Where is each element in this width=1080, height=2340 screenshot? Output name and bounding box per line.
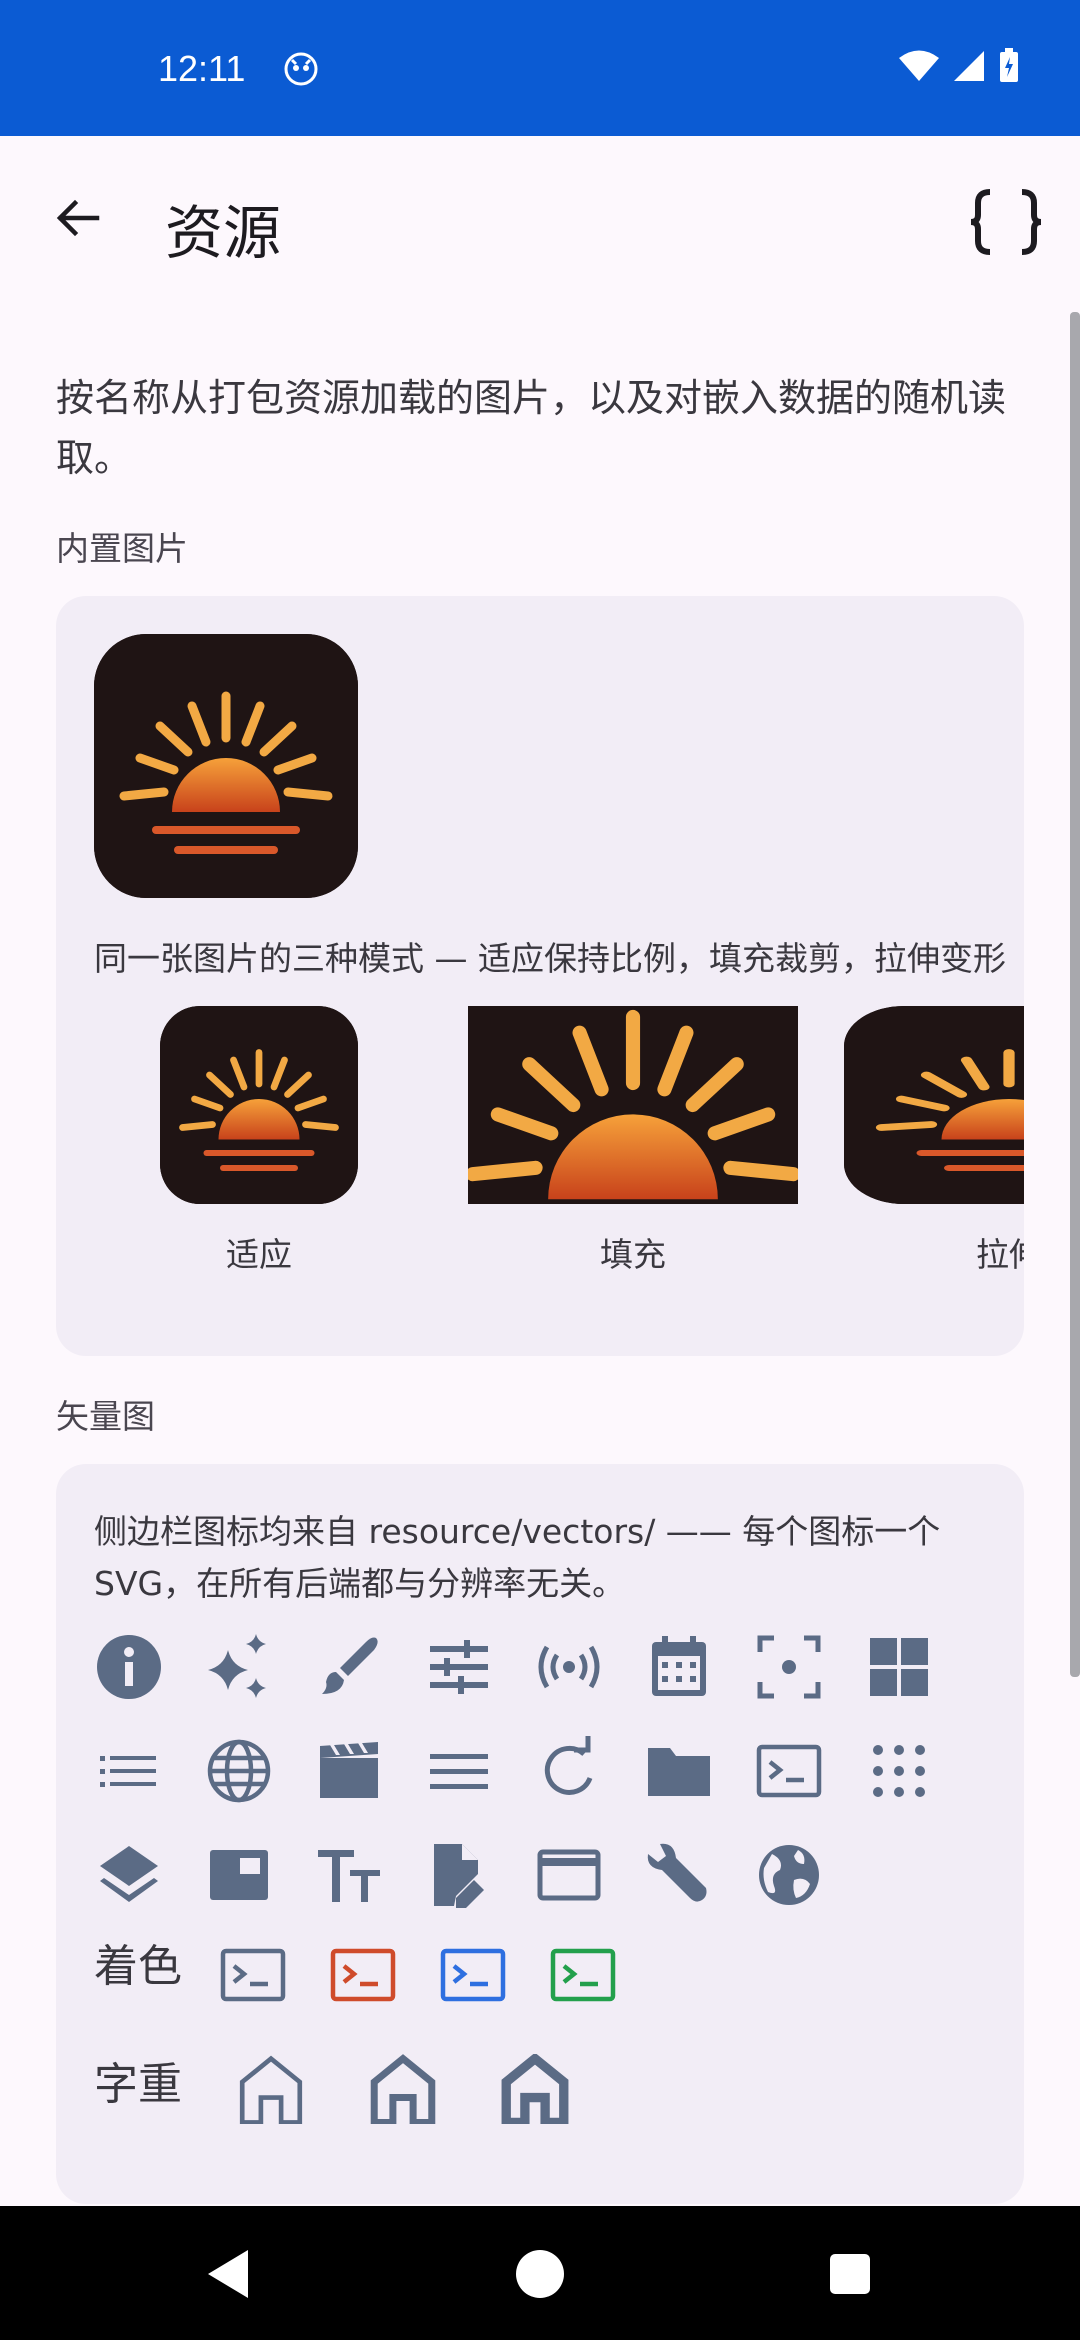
fill-image	[468, 1006, 798, 1204]
text-size-icon	[314, 1840, 384, 1910]
wrench-icon	[644, 1840, 714, 1910]
calendar-icon	[644, 1632, 714, 1702]
weight-label: 字重	[94, 2059, 182, 2110]
window-icon	[534, 1840, 604, 1910]
fit-image	[160, 1006, 358, 1204]
modes-caption: 同一张图片的三种模式 — 适应保持比例，填充裁剪，拉伸变形	[94, 939, 1006, 978]
menu-icon	[424, 1736, 494, 1806]
window-tile-icon	[204, 1840, 274, 1910]
signal-icon	[954, 51, 984, 81]
status-bar: 12:11	[0, 0, 1080, 136]
clapperboard-icon	[314, 1736, 384, 1806]
layers-icon	[94, 1840, 164, 1910]
vectors-caption: 侧边栏图标均来自 resource/vectors/ —— 每个图标一个 SVG…	[94, 1512, 941, 1603]
grid-icon	[864, 1632, 934, 1702]
app-notification-icon	[284, 52, 318, 86]
images-section-label: 内置图片	[56, 529, 188, 568]
triangle-back-icon	[208, 2250, 248, 2298]
battery-icon	[1000, 48, 1018, 82]
sparkles-icon	[204, 1632, 274, 1702]
scrollbar[interactable]	[1070, 312, 1080, 1677]
arrow-back-icon	[56, 199, 100, 237]
tune-icon	[424, 1632, 494, 1702]
home-icon	[360, 2044, 446, 2134]
stretch-label: 拉伸	[976, 1235, 1024, 1274]
refresh-icon	[534, 1736, 604, 1806]
braces-icon	[970, 189, 1042, 255]
dots-grid-icon	[864, 1736, 934, 1806]
focus-icon	[754, 1632, 824, 1702]
vectors-card: 侧边栏图标均来自 resource/vectors/ —— 每个图标一个 SVG…	[56, 1464, 1024, 2204]
wifi-icon	[899, 50, 939, 81]
broadcast-icon	[534, 1632, 604, 1702]
stretch-image	[844, 1006, 1024, 1204]
fill-label: 填充	[600, 1235, 666, 1274]
home-icon	[228, 2044, 314, 2134]
circle-home-icon	[516, 2250, 564, 2298]
terminal-icon	[754, 1736, 824, 1806]
brush-icon	[314, 1632, 384, 1702]
terminal-icon	[218, 1940, 288, 2010]
earth-icon	[754, 1840, 824, 1910]
nav-recents-button[interactable]	[820, 2244, 880, 2304]
file-edit-icon	[424, 1840, 494, 1910]
navigation-bar	[0, 2206, 1080, 2340]
view-source-button[interactable]	[964, 180, 1048, 264]
page-title: 资源	[165, 199, 282, 267]
fill-mode: 填充	[468, 1006, 798, 1274]
fit-mode: 适应	[160, 1006, 358, 1274]
vectors-section-label: 矢量图	[56, 1397, 155, 1436]
list-icon	[94, 1736, 164, 1806]
top-app-bar: 资源	[0, 136, 1080, 312]
home-icon	[492, 2044, 578, 2134]
nav-back-button[interactable]	[198, 2244, 258, 2304]
folder-icon	[644, 1736, 714, 1806]
images-card: 同一张图片的三种模式 — 适应保持比例，填充裁剪，拉伸变形 适应 填充 拉伸	[56, 596, 1024, 1356]
terminal-icon	[328, 1940, 398, 2010]
sunrise-image	[94, 634, 358, 898]
nav-home-button[interactable]	[510, 2244, 570, 2304]
tint-label: 着色	[94, 1941, 182, 1992]
back-button[interactable]	[44, 184, 112, 252]
stretch-mode: 拉伸	[844, 1006, 1024, 1274]
intro-text: 按名称从打包资源加载的图片，以及对嵌入数据的随机读取。	[56, 376, 1007, 480]
square-recents-icon	[830, 2254, 870, 2294]
terminal-icon	[438, 1940, 508, 2010]
main-content: 按名称从打包资源加载的图片，以及对嵌入数据的随机读取。 内置图片 同一张图片的三…	[56, 340, 1024, 2204]
info-icon	[94, 1632, 164, 1702]
globe-icon	[204, 1736, 274, 1806]
status-time: 12:11	[158, 48, 246, 89]
terminal-icon	[548, 1940, 618, 2010]
fit-label: 适应	[226, 1235, 292, 1274]
